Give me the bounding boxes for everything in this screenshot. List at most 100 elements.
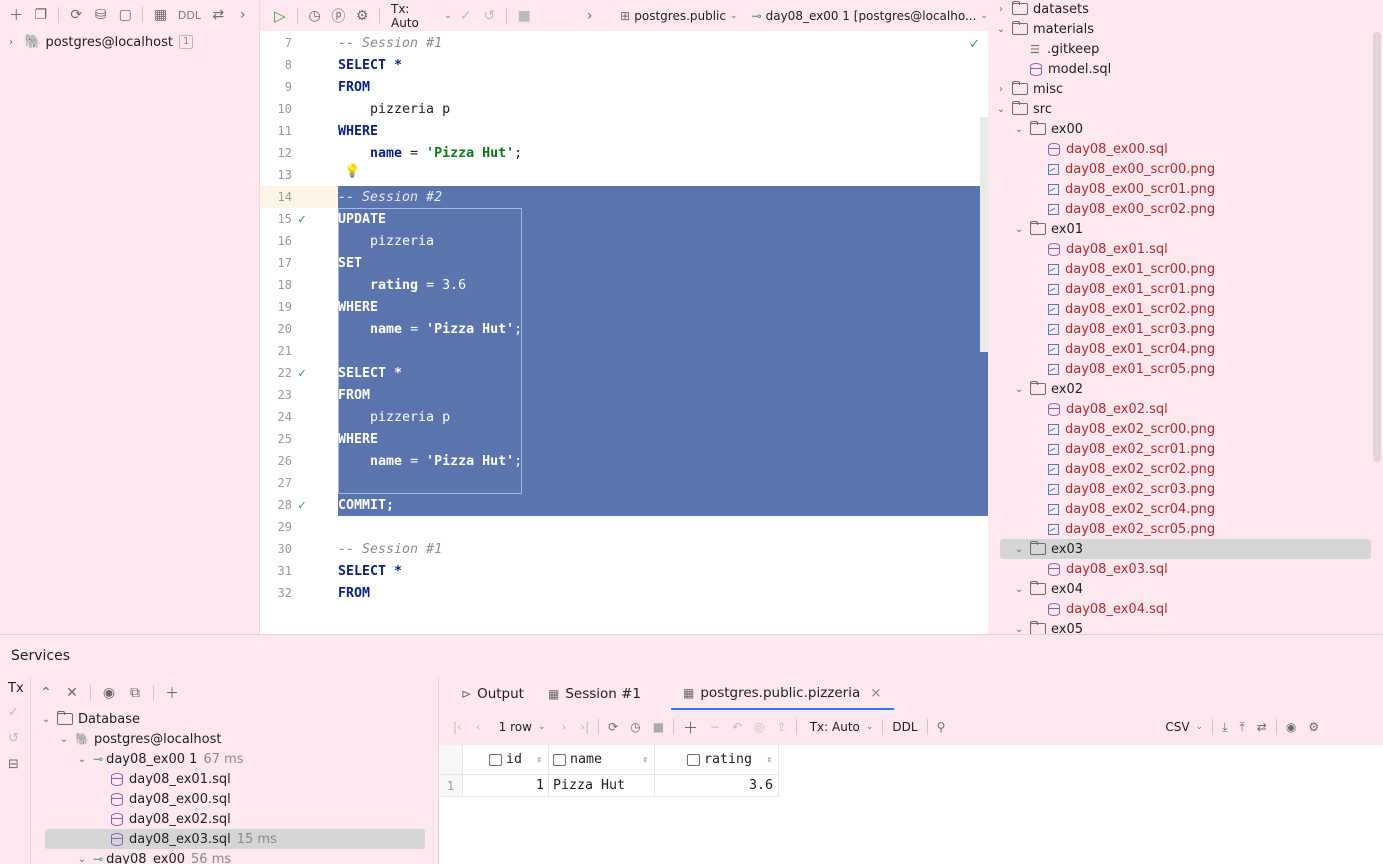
project-tree-item[interactable]: day08_ex01_scr03.png bbox=[1048, 319, 1215, 339]
commit-icon[interactable]: ✓ bbox=[0, 699, 30, 725]
project-tree-item[interactable]: day08_ex02_scr05.png bbox=[1048, 519, 1215, 539]
upload-icon[interactable]: ⤒ bbox=[1239, 720, 1244, 735]
delete-row-icon[interactable]: − bbox=[710, 720, 720, 734]
ddl-button[interactable]: DDL bbox=[892, 720, 917, 734]
project-tree-item[interactable]: day08_ex02_scr00.png bbox=[1048, 419, 1215, 439]
project-tree-item[interactable]: day08_ex02_scr01.png bbox=[1048, 439, 1215, 459]
chevron-down-icon[interactable]: ⌄ bbox=[538, 722, 546, 732]
project-tree-item[interactable]: day08_ex01_scr01.png bbox=[1048, 279, 1215, 299]
project-tree-item[interactable]: day08_ex03.sql bbox=[1048, 559, 1168, 579]
chevron-down-icon[interactable]: ⌄ bbox=[75, 754, 89, 765]
project-scrollbar[interactable] bbox=[1373, 32, 1381, 462]
chevron-down-icon[interactable]: ⌄ bbox=[75, 854, 89, 864]
cell-id[interactable]: 1 bbox=[463, 775, 549, 797]
chevron-down-icon[interactable]: ⌄ bbox=[1012, 544, 1026, 555]
result-tab[interactable]: ▦ postgres.public.pizzeria × bbox=[671, 677, 894, 710]
chevron-down-icon[interactable]: ⌄ bbox=[444, 11, 452, 21]
execute-icon[interactable]: ▷ bbox=[270, 5, 290, 27]
refresh-icon[interactable]: ⟳ bbox=[66, 4, 87, 26]
code-line[interactable]: 15 ✓ UPDATE bbox=[260, 208, 988, 230]
code-line[interactable]: 11 WHERE bbox=[260, 120, 988, 142]
code-line[interactable]: 14 -- Session #2 bbox=[260, 186, 988, 208]
project-tree-item[interactable]: day08_ex01_scr04.png bbox=[1048, 339, 1215, 359]
rollback-icon[interactable]: ↺ bbox=[0, 725, 30, 751]
first-page-icon[interactable]: |‹ bbox=[453, 720, 462, 734]
history-icon[interactable]: ◷ bbox=[305, 5, 325, 27]
project-tree-item[interactable]: day08_ex01.sql bbox=[1048, 239, 1168, 259]
schema-selector[interactable]: postgres.public bbox=[634, 9, 726, 23]
chevron-down-icon[interactable]: ⌄ bbox=[1012, 384, 1026, 395]
column-header-rating[interactable]: rating ⇕ bbox=[655, 745, 779, 775]
sort-icon[interactable]: ⇕ bbox=[537, 755, 542, 765]
services-tree-item[interactable]: ⌄ ⊸ day08_ex00 1 67 ms bbox=[78, 749, 244, 769]
prev-page-icon[interactable]: ‹ bbox=[476, 720, 481, 734]
code-line[interactable]: 12 name = 'Pizza Hut'; bbox=[260, 142, 988, 164]
session-selector[interactable]: day08_ex00 1 [postgres@localho... bbox=[766, 9, 977, 23]
explain-plan-icon[interactable]: ⓟ bbox=[329, 5, 349, 27]
close-icon[interactable]: × bbox=[870, 685, 881, 701]
compare-icon[interactable]: ⇄ bbox=[1257, 720, 1267, 734]
services-tree-item[interactable]: day08_ex03.sql 15 ms bbox=[111, 829, 277, 849]
code-line[interactable]: 16 pizzeria bbox=[260, 230, 988, 252]
project-tree-item[interactable]: day08_ex04.sql bbox=[1048, 599, 1168, 619]
collapse-all-icon[interactable]: ✕ bbox=[61, 682, 83, 704]
tx-mode-dropdown[interactable]: Tx: Auto bbox=[810, 720, 860, 734]
chevron-right-icon[interactable]: › bbox=[4, 37, 18, 48]
code-line[interactable]: 20 name = 'Pizza Hut'; bbox=[260, 318, 988, 340]
stop-icon[interactable]: ■ bbox=[653, 720, 664, 734]
sort-icon[interactable]: ⇕ bbox=[767, 755, 772, 765]
row-count-dropdown[interactable]: 1 row bbox=[499, 720, 532, 734]
services-tree-item[interactable]: ⌄ 🐘 postgres@localhost bbox=[60, 729, 222, 749]
tree-item-postgres[interactable]: › 🐘 postgres@localhost 1 bbox=[0, 32, 259, 52]
jump-icon[interactable]: ⇄ bbox=[208, 4, 229, 26]
submit-icon[interactable]: ⇧ bbox=[777, 720, 787, 734]
project-tree-item[interactable]: ⌄ materials bbox=[997, 19, 1094, 39]
project-tree-item[interactable]: › datasets bbox=[999, 0, 1089, 19]
services-tree-item[interactable]: ⌄ Database bbox=[42, 709, 140, 729]
project-tree-item[interactable]: day08_ex02_scr04.png bbox=[1048, 499, 1215, 519]
chevron-down-icon[interactable]: ⌄ bbox=[994, 104, 1008, 115]
project-tree-item[interactable]: ☰ .gitkeep bbox=[1030, 39, 1099, 59]
history-icon[interactable]: ◷ bbox=[630, 720, 640, 734]
chevron-down-icon[interactable]: ⌄ bbox=[39, 714, 53, 725]
gear-icon[interactable]: ⚙ bbox=[1308, 720, 1319, 734]
project-tree-item[interactable]: day08_ex00_scr02.png bbox=[1048, 199, 1215, 219]
cell-rating[interactable]: 3.6 bbox=[655, 775, 779, 797]
project-tree-item[interactable]: › misc bbox=[999, 79, 1063, 99]
services-tree-item[interactable]: day08_ex00.sql bbox=[111, 789, 231, 809]
code-line[interactable]: 7 -- Session #1 bbox=[260, 32, 988, 54]
project-tree-item[interactable]: day08_ex02_scr02.png bbox=[1048, 459, 1215, 479]
project-tree-item[interactable]: ⌄ ex02 bbox=[1015, 379, 1083, 399]
result-tab[interactable]: ▦ Session #1 bbox=[536, 677, 653, 710]
code-line[interactable]: 27 bbox=[260, 472, 988, 494]
chevron-down-icon[interactable]: ⌄ bbox=[1196, 722, 1204, 732]
query-console-icon[interactable]: ▢ bbox=[115, 4, 136, 26]
code-line[interactable]: 13 bbox=[260, 164, 988, 186]
project-tree-item[interactable]: ⌄ ex05 bbox=[1015, 619, 1083, 634]
cell-name[interactable]: Pizza Hut bbox=[549, 775, 655, 797]
column-header-id[interactable]: id ⇕ bbox=[463, 745, 549, 775]
chevron-right-icon[interactable]: › bbox=[994, 4, 1008, 15]
gear-icon[interactable]: ⚙ bbox=[352, 5, 372, 27]
chevron-right-icon[interactable]: › bbox=[580, 5, 600, 27]
expand-all-icon[interactable]: ⌃ bbox=[35, 682, 57, 704]
services-tree-item[interactable]: day08_ex01.sql bbox=[111, 769, 231, 789]
code-line[interactable]: 22 ✓ SELECT * bbox=[260, 362, 988, 384]
code-line[interactable]: 21 bbox=[260, 340, 988, 362]
code-line[interactable]: 30 -- Session #1 bbox=[260, 538, 988, 560]
code-line[interactable]: 9 FROM bbox=[260, 76, 988, 98]
code-line[interactable]: 29 bbox=[260, 516, 988, 538]
code-line[interactable]: 26 name = 'Pizza Hut'; bbox=[260, 450, 988, 472]
services-tree-item[interactable]: ⌄ ⊸ day08_ex00 56 ms bbox=[78, 849, 231, 864]
project-tree-item[interactable]: model.sql bbox=[1030, 59, 1111, 79]
code-line[interactable]: 23 FROM bbox=[260, 384, 988, 406]
code-line[interactable]: 28 ✓ COMMIT; bbox=[260, 494, 988, 516]
commit-icon[interactable]: ✓ bbox=[456, 5, 476, 27]
row-number[interactable]: 1 bbox=[439, 775, 463, 797]
services-tree-item[interactable]: day08_ex02.sql bbox=[111, 809, 231, 829]
chevron-down-icon[interactable]: ⌄ bbox=[1012, 584, 1026, 595]
project-tree-item[interactable]: day08_ex01_scr00.png bbox=[1048, 259, 1215, 279]
code-line[interactable]: 32 FROM bbox=[260, 582, 988, 604]
code-line[interactable]: 24 pizzeria p bbox=[260, 406, 988, 428]
project-tree-item[interactable]: ⌄ ex01 bbox=[1015, 219, 1083, 239]
